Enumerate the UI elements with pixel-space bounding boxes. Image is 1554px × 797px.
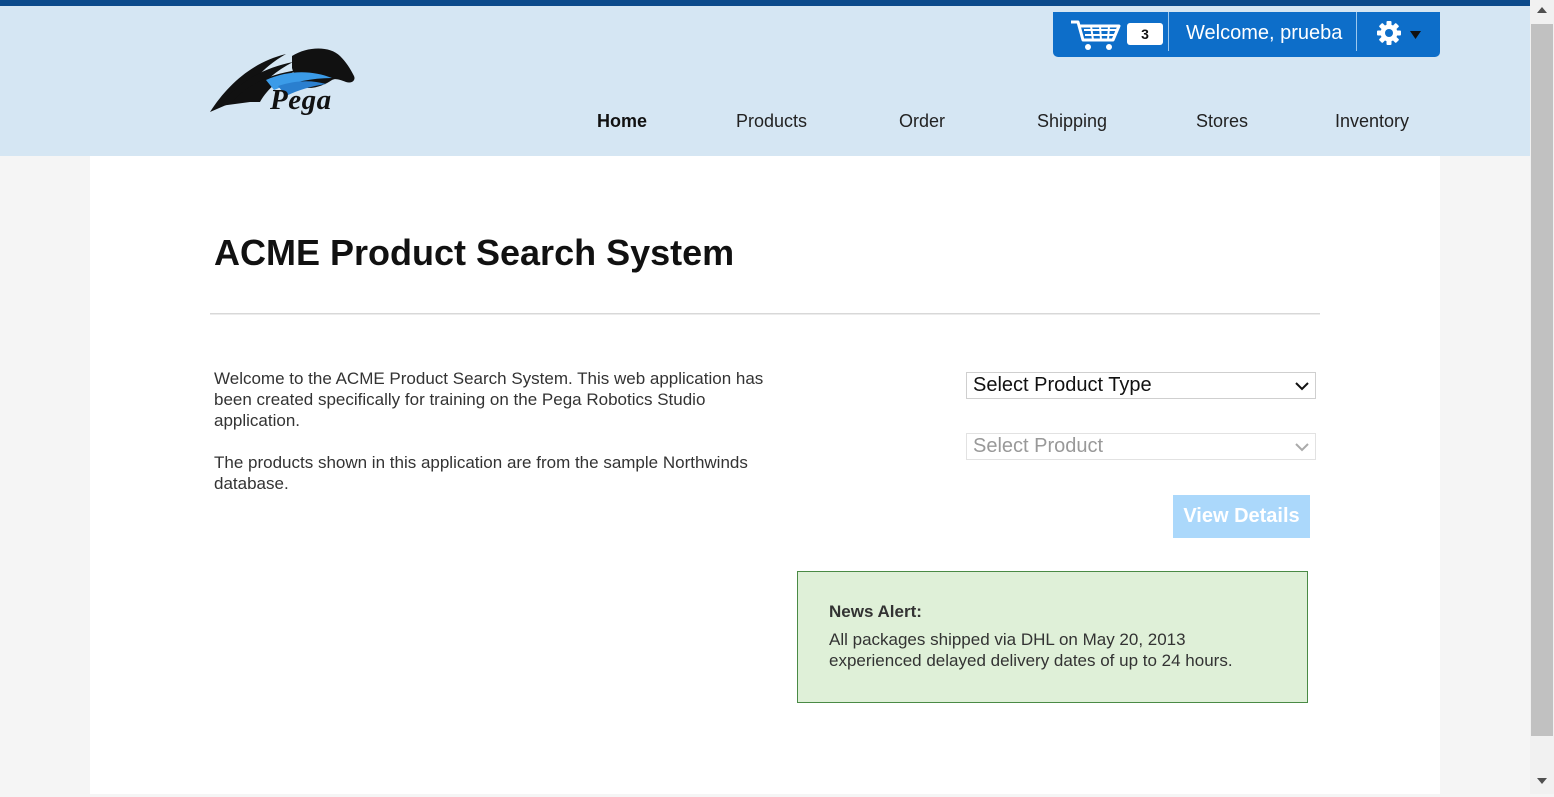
title-divider xyxy=(210,313,1320,315)
scroll-up-arrow-icon xyxy=(1537,7,1547,13)
nav-inventory[interactable]: Inventory xyxy=(1335,106,1409,136)
scrollbar-thumb[interactable] xyxy=(1531,24,1553,736)
cart-count-badge: 3 xyxy=(1127,23,1163,45)
intro-text: Welcome to the ACME Product Search Syste… xyxy=(214,368,794,515)
nav-home[interactable]: Home xyxy=(597,106,647,136)
product-select: Select Product xyxy=(966,433,1316,460)
caret-down-icon xyxy=(1410,31,1421,39)
user-bar: 3 Welcome, prueba xyxy=(1053,12,1440,57)
nav-shipping[interactable]: Shipping xyxy=(1037,106,1107,136)
userbar-divider xyxy=(1356,12,1357,51)
news-alert-title: News Alert: xyxy=(829,602,922,621)
news-alert: News Alert: All packages shipped via DHL… xyxy=(797,571,1308,703)
intro-paragraph-1: Welcome to the ACME Product Search Syste… xyxy=(214,369,764,430)
page-title: ACME Product Search System xyxy=(214,232,735,273)
product-select-value: Select Product xyxy=(973,435,1104,457)
product-type-select[interactable]: Select Product Type xyxy=(966,372,1316,399)
news-alert-body: All packages shipped via DHL on May 20, … xyxy=(829,630,1233,670)
intro-paragraph-2: The products shown in this application a… xyxy=(214,453,748,493)
nav-stores[interactable]: Stores xyxy=(1196,106,1248,136)
vertical-scrollbar[interactable] xyxy=(1530,0,1554,794)
chevron-down-icon xyxy=(1295,443,1309,452)
scroll-down-button[interactable] xyxy=(1530,772,1554,792)
shopping-cart-icon xyxy=(1071,20,1121,50)
nav-order[interactable]: Order xyxy=(899,106,945,136)
scroll-down-arrow-icon xyxy=(1537,778,1547,784)
userbar-divider xyxy=(1168,12,1169,51)
chevron-down-icon xyxy=(1295,382,1309,391)
main-nav: Home Products Order Shipping Stores Inve… xyxy=(0,106,1530,146)
main-content: ACME Product Search System Welcome to th… xyxy=(90,156,1440,794)
cart-button[interactable]: 3 xyxy=(1069,18,1163,52)
welcome-text: Welcome, prueba xyxy=(1186,22,1343,44)
site-header: Pega 3 Welcome, prueba Home Products Ord… xyxy=(0,6,1530,156)
scroll-up-button[interactable] xyxy=(1530,0,1554,20)
product-type-select-value: Select Product Type xyxy=(973,374,1152,396)
gear-icon xyxy=(1377,21,1421,45)
settings-menu[interactable] xyxy=(1375,20,1431,48)
view-details-button[interactable]: View Details xyxy=(1173,495,1310,538)
nav-products[interactable]: Products xyxy=(736,106,807,136)
